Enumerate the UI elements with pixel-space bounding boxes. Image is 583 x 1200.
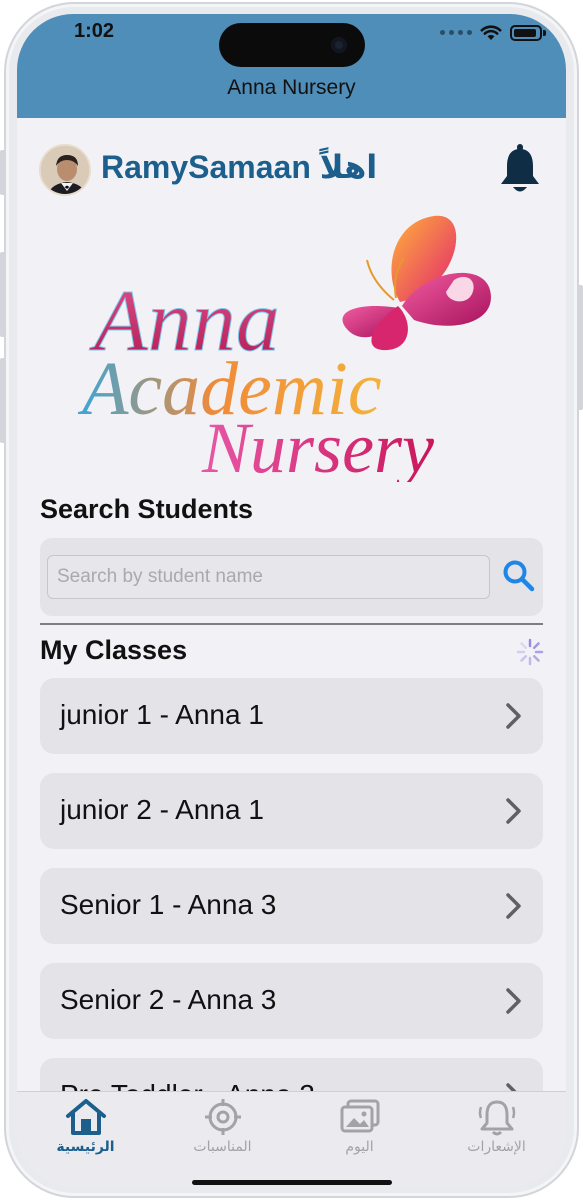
top-bar: 1:02 Anna Nursery [17,14,566,118]
tab-label: الرئيسية [56,1138,115,1154]
section-divider [40,623,543,625]
status-time: 1:02 [74,20,115,42]
class-list: junior 1 - Anna 1 junior 2 - Anna 1 Seni… [40,678,543,1153]
search-card [40,538,543,616]
tab-events[interactable]: المناسبات [154,1092,291,1186]
side-button-action [0,150,5,195]
signal-icon [440,30,472,35]
home-icon [66,1099,106,1135]
chevron-right-icon [506,798,521,824]
tab-label: الإشعارات [467,1138,526,1154]
avatar[interactable] [39,144,91,196]
classes-heading: My Classes [40,635,188,665]
search-heading: Search Students [40,494,254,524]
dynamic-island [219,23,365,67]
bell-icon [478,1100,516,1136]
search-input[interactable] [47,555,490,599]
bell-icon[interactable] [498,144,542,196]
home-indicator [192,1180,392,1185]
tab-label: المناسبات [193,1138,252,1154]
class-label: junior 1 - Anna 1 [60,699,264,730]
chevron-right-icon [506,703,521,729]
search-icon[interactable] [501,558,537,594]
wifi-icon [480,25,502,40]
loading-spinner-icon [516,638,544,666]
status-icons [440,24,546,41]
battery-icon [510,24,546,41]
side-button-volume-up [0,252,5,337]
nursery-logo: Anna Academic Nursery [77,215,491,482]
class-row[interactable]: junior 1 - Anna 1 [40,678,543,754]
class-label: junior 2 - Anna 1 [60,794,264,825]
class-row[interactable]: Senior 2 - Anna 3 [40,963,543,1039]
class-label: Senior 1 - Anna 3 [60,889,277,920]
side-button-power [578,285,583,410]
greeting-text: RamySamaan اهلاً [101,149,378,185]
tab-notifications[interactable]: الإشعارات [428,1092,565,1186]
tab-label: اليوم [345,1138,374,1154]
photos-icon [340,1099,380,1133]
tab-bar: الرئيسية المناسبات اليوم الإشعارات [17,1091,566,1186]
tab-home[interactable]: الرئيسية [17,1092,154,1186]
nav-title: Anna Nursery [227,76,356,99]
greeting-row: RamySamaan اهلاً [39,144,544,196]
target-icon [205,1099,241,1135]
class-label: Senior 2 - Anna 3 [60,984,277,1015]
tab-today[interactable]: اليوم [291,1092,428,1186]
side-button-volume-down [0,358,5,443]
camera-icon [331,37,347,53]
chevron-right-icon [506,988,521,1014]
butterfly-graphic [342,215,491,351]
logo-text-nursery: Nursery [201,408,434,482]
chevron-right-icon [506,893,521,919]
class-row[interactable]: Senior 1 - Anna 3 [40,868,543,944]
class-row[interactable]: junior 2 - Anna 1 [40,773,543,849]
app-screen: 1:02 Anna Nursery RamySamaan اهلاً Anna … [17,14,566,1186]
